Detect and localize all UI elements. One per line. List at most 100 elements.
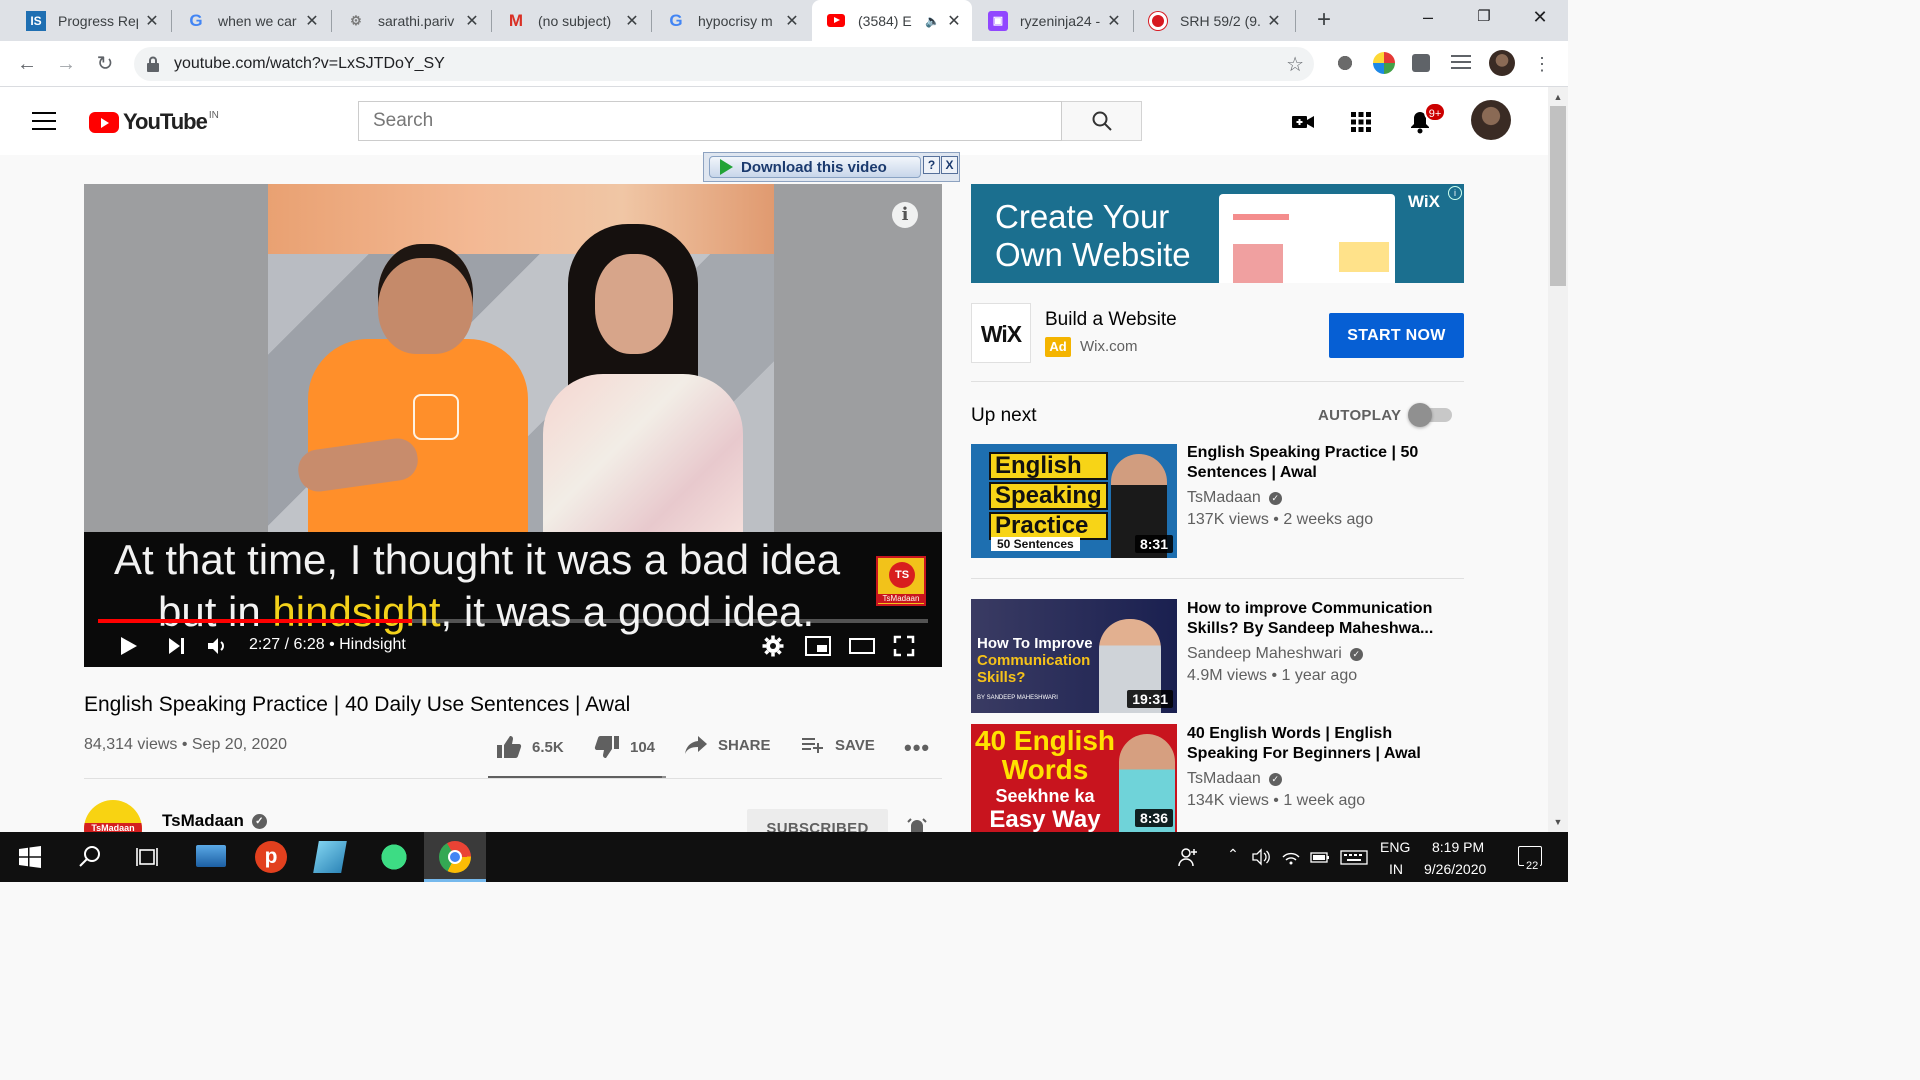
bug-extension-icon[interactable] bbox=[1334, 52, 1356, 74]
minimize-button[interactable]: – bbox=[1400, 0, 1456, 34]
search-button[interactable] bbox=[1062, 101, 1142, 141]
video-item-title[interactable]: How to improve Communication Skills? By S… bbox=[1187, 599, 1457, 639]
video-thumbnail[interactable]: English Speaking Practice 50 Sentences 8… bbox=[971, 444, 1177, 558]
puzzle-extensions-icon[interactable] bbox=[1412, 54, 1430, 72]
tab-twitch[interactable]: ▣ ryzeninja24 - ✕ bbox=[974, 0, 1132, 41]
search-icon[interactable] bbox=[74, 841, 106, 873]
color-extension-icon[interactable] bbox=[1373, 52, 1395, 74]
channel-name[interactable]: TsMadaan ✓ bbox=[162, 811, 267, 831]
video-item-channel[interactable]: Sandeep Maheshwari ✓ bbox=[1187, 645, 1363, 663]
computer-app-icon[interactable] bbox=[196, 845, 226, 867]
share-button[interactable]: SHARE bbox=[684, 735, 771, 755]
back-button[interactable]: ← bbox=[13, 50, 41, 78]
scrollbar-thumb[interactable] bbox=[1550, 106, 1566, 286]
channel-watermark[interactable]: TS TsMadaan bbox=[876, 556, 926, 606]
download-help-button[interactable]: ? bbox=[923, 156, 940, 174]
watermark-label: TsMadaan bbox=[878, 594, 924, 603]
video-item-channel[interactable]: TsMadaan ✓ bbox=[1187, 489, 1282, 507]
tab-sarathi[interactable]: ⚙ sarathi.pariv ✕ bbox=[332, 0, 490, 41]
miniplayer-icon[interactable] bbox=[804, 634, 832, 658]
bookmark-star-icon[interactable]: ☆ bbox=[1286, 52, 1304, 77]
clock-date[interactable]: 9/26/2020 bbox=[1424, 861, 1486, 877]
user-avatar[interactable] bbox=[1471, 100, 1511, 140]
close-icon[interactable]: ✕ bbox=[624, 11, 640, 31]
close-icon[interactable]: ✕ bbox=[144, 11, 160, 31]
speaker-icon[interactable]: 🔈 bbox=[925, 14, 940, 28]
window-close-button[interactable]: ✕ bbox=[1512, 0, 1568, 34]
like-button[interactable]: 6.5K bbox=[496, 735, 564, 759]
task-view-icon[interactable] bbox=[132, 841, 164, 873]
search-input[interactable] bbox=[359, 102, 1061, 140]
ad-title[interactable]: Build a Website bbox=[1045, 309, 1177, 331]
close-icon[interactable]: ✕ bbox=[1106, 11, 1122, 31]
tab-google-search-2[interactable]: G hypocrisy m ✕ bbox=[652, 0, 810, 41]
reload-button[interactable]: ↻ bbox=[91, 50, 119, 78]
dislike-button[interactable]: 104 bbox=[594, 735, 655, 759]
settings-gear-icon[interactable] bbox=[761, 634, 785, 658]
language-code[interactable]: ENG bbox=[1380, 839, 1410, 855]
address-bar[interactable]: youtube.com/watch?v=LxSJTDoY_SY ☆ bbox=[134, 47, 1314, 81]
video-thumbnail[interactable]: 40 English Words Seekhne ka Easy Way 8:36 bbox=[971, 724, 1177, 832]
share-label: SHARE bbox=[718, 736, 771, 754]
psiphon-app-icon[interactable]: p bbox=[255, 841, 287, 873]
forward-button[interactable]: → bbox=[52, 50, 80, 78]
profile-avatar-icon[interactable] bbox=[1489, 50, 1515, 76]
fullscreen-icon[interactable] bbox=[892, 634, 916, 658]
restore-button[interactable]: ❐ bbox=[1456, 0, 1512, 34]
clock-time[interactable]: 8:19 PM bbox=[1432, 839, 1484, 855]
new-tab-button[interactable]: + bbox=[1310, 6, 1338, 34]
channel-text: TsMadaan bbox=[1187, 770, 1261, 787]
scroll-down-arrow-icon[interactable]: ▼ bbox=[1548, 813, 1568, 831]
theater-mode-icon[interactable] bbox=[848, 634, 876, 658]
start-now-button[interactable]: START NOW bbox=[1329, 313, 1464, 358]
download-video-button[interactable]: Download this video bbox=[709, 156, 921, 178]
volume-icon[interactable] bbox=[1250, 846, 1272, 868]
windows-start-icon[interactable] bbox=[14, 841, 46, 873]
volume-icon[interactable] bbox=[205, 634, 229, 658]
save-button[interactable]: SAVE bbox=[801, 735, 875, 755]
ad-banner[interactable]: Create Your Own Website WiX i bbox=[971, 184, 1464, 283]
video-thumbnail[interactable]: How To Improve Communication Skills? BY … bbox=[971, 599, 1177, 713]
chapter-title[interactable]: Hindsight bbox=[339, 636, 406, 653]
media-control-icon[interactable] bbox=[1451, 55, 1471, 71]
progress-bar[interactable] bbox=[98, 619, 928, 623]
video-item-title[interactable]: English Speaking Practice | 50 Sentences … bbox=[1187, 443, 1457, 483]
tab-youtube-active[interactable]: (3584) E 🔈 ✕ bbox=[812, 0, 972, 41]
play-icon[interactable] bbox=[116, 634, 140, 658]
next-video-icon[interactable] bbox=[164, 634, 188, 658]
autoplay-toggle-knob[interactable] bbox=[1408, 403, 1432, 427]
close-icon[interactable]: ✕ bbox=[1266, 11, 1282, 31]
keyboard-icon[interactable] bbox=[1340, 846, 1368, 868]
people-icon[interactable] bbox=[1177, 846, 1199, 868]
video-item-channel[interactable]: TsMadaan ✓ bbox=[1187, 770, 1282, 788]
chevron-up-icon[interactable]: ⌃ bbox=[1222, 846, 1244, 868]
android-studio-icon[interactable] bbox=[378, 841, 410, 873]
create-video-icon[interactable] bbox=[1290, 109, 1316, 135]
region-code[interactable]: IN bbox=[1389, 861, 1403, 877]
youtube-logo[interactable]: YouTube IN bbox=[89, 109, 219, 135]
download-close-button[interactable]: X bbox=[941, 156, 958, 174]
video-item-title[interactable]: 40 English Words | English Speaking For B… bbox=[1187, 724, 1457, 764]
chrome-icon[interactable] bbox=[439, 841, 471, 873]
tab-gmail[interactable]: M (no subject) ✕ bbox=[492, 0, 650, 41]
video-info-icon[interactable]: i bbox=[892, 202, 918, 228]
close-icon[interactable]: ✕ bbox=[784, 11, 800, 31]
download-label: Download this video bbox=[741, 158, 887, 176]
close-icon[interactable]: ✕ bbox=[946, 11, 962, 31]
browser-menu-icon[interactable]: ⋮ bbox=[1528, 50, 1556, 78]
video-player[interactable]: i At that time, I thought it was a bad i… bbox=[84, 184, 942, 667]
tab-cricket-score[interactable]: SRH 59/2 (9. ✕ bbox=[1134, 0, 1292, 41]
scroll-up-arrow-icon[interactable]: ▲ bbox=[1548, 88, 1568, 106]
menu-icon[interactable] bbox=[32, 112, 56, 130]
ad-info-icon[interactable]: i bbox=[1448, 186, 1462, 200]
more-actions-icon[interactable]: ••• bbox=[904, 735, 930, 761]
notes-app-icon[interactable] bbox=[313, 841, 347, 873]
apps-grid-icon[interactable] bbox=[1348, 109, 1374, 135]
wifi-icon[interactable] bbox=[1280, 846, 1302, 868]
battery-icon[interactable] bbox=[1309, 846, 1331, 868]
close-icon[interactable]: ✕ bbox=[304, 11, 320, 31]
close-icon[interactable]: ✕ bbox=[464, 11, 480, 31]
advertiser-logo[interactable]: WiX bbox=[971, 303, 1031, 363]
tab-google-search-1[interactable]: G when we car ✕ bbox=[172, 0, 330, 41]
tab-progress-report[interactable]: IS Progress Rep ✕ bbox=[12, 0, 170, 41]
